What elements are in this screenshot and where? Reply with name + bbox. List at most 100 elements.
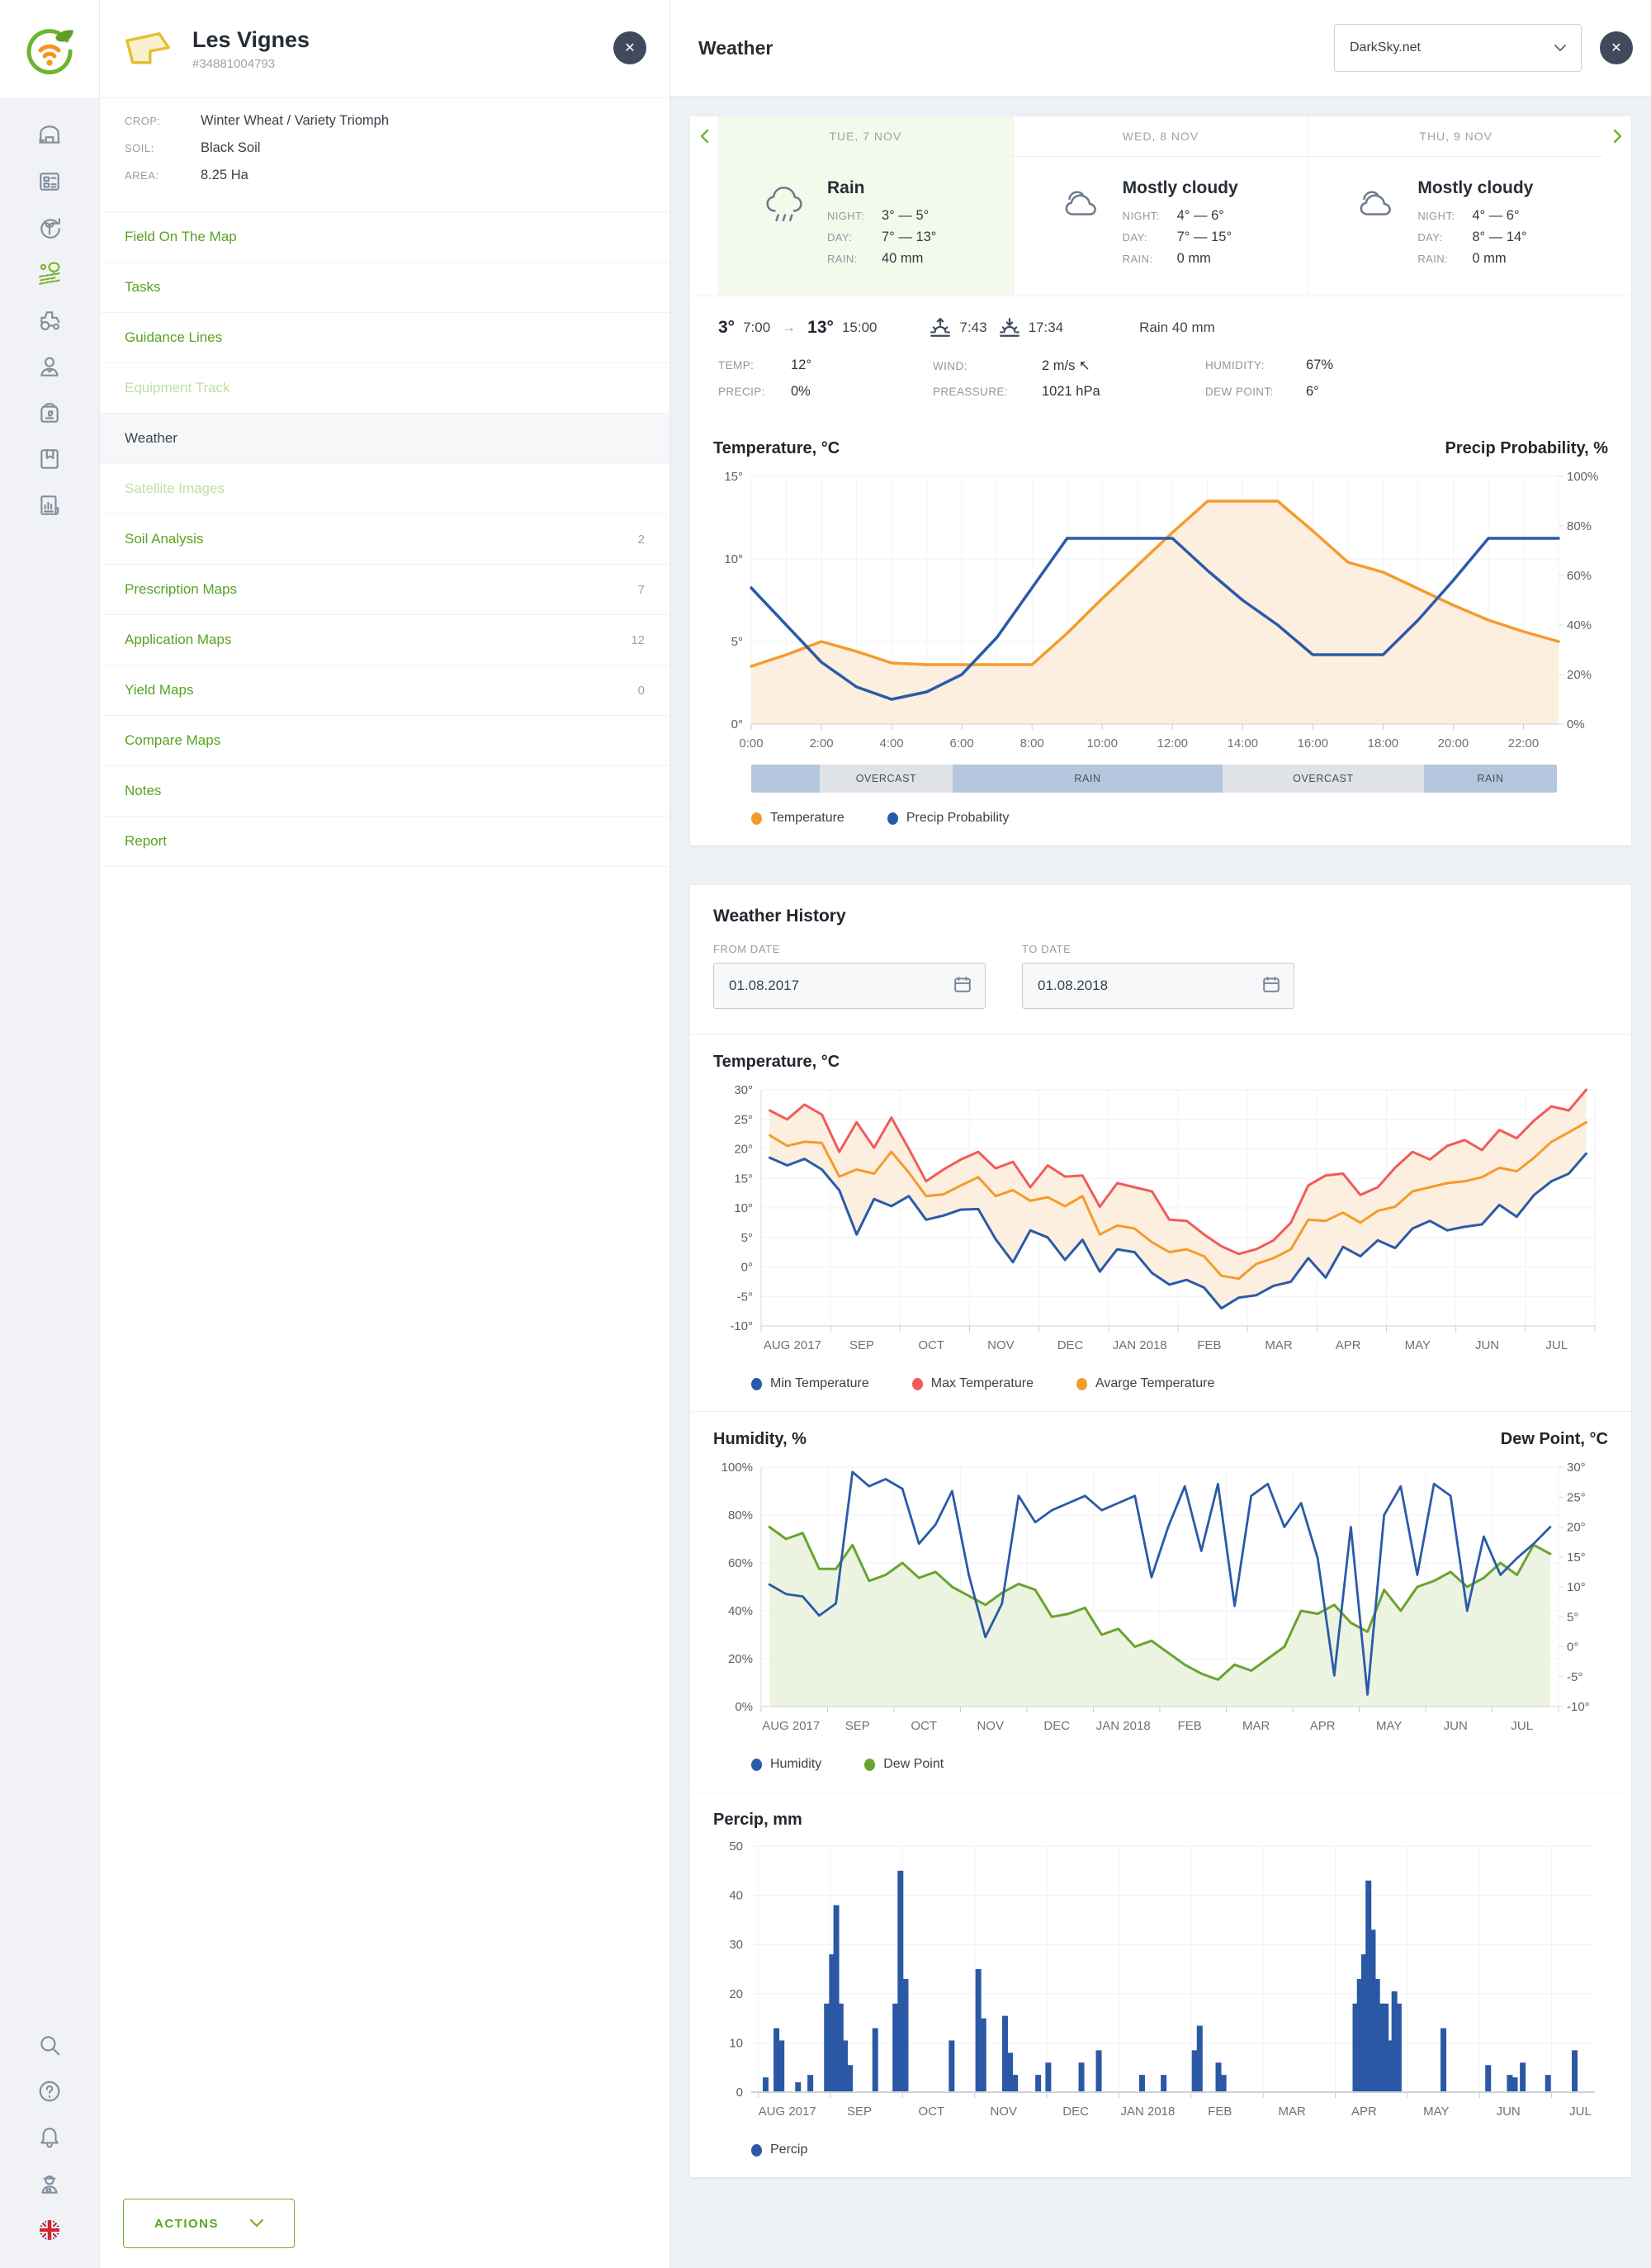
temperature-history-section: Temperature, °C -10°-5°0°5°10°15°20°25°3…: [690, 1034, 1631, 1411]
precip-history-section: Percip, mm 01020304050AUG 2017SEPOCTNOVD…: [690, 1792, 1631, 2177]
sunrise-icon: [930, 318, 951, 338]
legend-dot-icon: [751, 1378, 762, 1390]
svg-text:100%: 100%: [1567, 470, 1598, 484]
nav-field-journal-icon[interactable]: [26, 159, 73, 205]
legend-item: Dew Point: [864, 1757, 944, 1772]
mostly-cloudy-icon: [1058, 180, 1105, 225]
nav-reports-icon[interactable]: [26, 482, 73, 528]
help-icon[interactable]: [26, 2068, 73, 2114]
nav-crop-rotation-icon[interactable]: [26, 205, 73, 251]
time-from: 7:00: [743, 320, 770, 336]
weather-condition-bands: OVERCASTRAINOVERCASTRAIN: [751, 765, 1557, 793]
forecast-card: TUE, 7 NOV Rain NIGHT:3° — 5° DAY:7° — 1…: [690, 116, 1631, 845]
svg-text:SEP: SEP: [845, 1719, 870, 1733]
svg-text:20%: 20%: [1567, 668, 1592, 682]
svg-text:30°: 30°: [1567, 1461, 1586, 1475]
svg-text:JAN 2018: JAN 2018: [1120, 2105, 1175, 2119]
svg-text:SEP: SEP: [847, 2105, 872, 2119]
nav-fields-icon[interactable]: [26, 251, 73, 297]
menu-item-soil-analysis[interactable]: Soil Analysis2: [100, 514, 669, 565]
svg-text:20%: 20%: [728, 1652, 753, 1666]
svg-text:JUN: JUN: [1444, 1719, 1468, 1733]
humidity-history-section: Humidity, % Dew Point, °C 0%20%40%60%80%…: [690, 1411, 1631, 1792]
svg-text:APR: APR: [1336, 1338, 1361, 1352]
daily-chart-section: Temperature, °C Precip Probability, % 0°…: [690, 421, 1631, 845]
agronomist-icon[interactable]: [26, 2161, 73, 2207]
language-flag-icon[interactable]: [26, 2207, 73, 2253]
svg-text:20:00: 20:00: [1438, 736, 1469, 750]
actions-button[interactable]: ACTIONS: [123, 2199, 295, 2248]
forecast-prev-button[interactable]: [690, 116, 718, 156]
daily-chart-legend: TemperaturePrecip Probability: [751, 811, 1608, 826]
menu-item-guidance-lines[interactable]: Guidance Lines: [100, 313, 669, 363]
field-panel-close-button[interactable]: ✕: [613, 31, 646, 64]
nav-inventory-icon[interactable]: [26, 390, 73, 436]
menu-item-weather[interactable]: Weather: [100, 414, 669, 464]
svg-text:80%: 80%: [728, 1508, 753, 1522]
svg-text:18:00: 18:00: [1368, 736, 1399, 750]
to-date-field[interactable]: [1022, 963, 1294, 1009]
weather-history-card: Weather History FROM DATE TO DATE: [690, 885, 1631, 2177]
forecast-day-thu[interactable]: THU, 9 NOV Mostly cloudy NIGHT:4° — 6° D…: [1308, 116, 1603, 296]
svg-text:NOV: NOV: [990, 2105, 1017, 2119]
weather-history-title: Weather History: [713, 907, 1608, 926]
area-value: 8.25 Ha: [201, 168, 248, 183]
legend-dot-icon: [887, 812, 898, 825]
menu-item-equipment-track[interactable]: Equipment Track: [100, 363, 669, 414]
dew-point-title: Dew Point, °C: [1501, 1430, 1608, 1449]
calendar-icon[interactable]: [1262, 975, 1280, 997]
legend-item: Precip Probability: [887, 811, 1010, 826]
svg-text:2:00: 2:00: [809, 736, 833, 750]
weather-source-select[interactable]: DarkSky.net: [1334, 24, 1582, 72]
svg-text:DEC: DEC: [1057, 1338, 1084, 1352]
weather-page: Weather DarkSky.net ✕ TUE, 7 NOV: [670, 0, 1651, 2268]
from-date-input[interactable]: [727, 977, 896, 995]
svg-text:SEP: SEP: [849, 1338, 874, 1352]
svg-text:FEB: FEB: [1208, 2105, 1232, 2119]
menu-item-satellite-images[interactable]: Satellite Images: [100, 464, 669, 514]
to-date-input[interactable]: [1036, 977, 1204, 995]
condition-band-overcast: OVERCAST: [1223, 765, 1424, 793]
arrow-right-icon: →: [782, 320, 796, 336]
temperature-history-title: Temperature, °C: [713, 1053, 840, 1072]
svg-text:8:00: 8:00: [1020, 736, 1044, 750]
nav-equipment-icon[interactable]: [26, 297, 73, 343]
menu-item-notes[interactable]: Notes: [100, 766, 669, 817]
from-date-label: FROM DATE: [713, 943, 986, 955]
nav-employees-icon[interactable]: [26, 343, 73, 390]
svg-text:30: 30: [729, 1938, 743, 1952]
nav-knowledge-base-icon[interactable]: [26, 436, 73, 482]
from-date-field[interactable]: [713, 963, 986, 1009]
search-icon[interactable]: [26, 2022, 73, 2068]
app-logo[interactable]: [0, 0, 99, 99]
menu-item-field-on-the-map[interactable]: Field On The Map: [100, 212, 669, 263]
svg-text:4:00: 4:00: [879, 736, 903, 750]
close-icon: ✕: [1611, 40, 1621, 56]
forecast-next-button[interactable]: [1603, 116, 1631, 156]
field-name: Les Vignes: [192, 26, 310, 53]
weather-close-button[interactable]: ✕: [1600, 31, 1633, 64]
svg-text:30°: 30°: [734, 1083, 753, 1097]
menu-item-prescription-maps[interactable]: Prescription Maps7: [100, 565, 669, 615]
svg-text:NOV: NOV: [977, 1719, 1004, 1733]
precip-bar-chart: 01020304050AUG 2017SEPOCTNOVDECJAN 2018F…: [713, 1838, 1610, 2120]
to-date-label: TO DATE: [1022, 943, 1294, 955]
notifications-bell-icon[interactable]: [26, 2114, 73, 2161]
svg-text:-10°: -10°: [1567, 1700, 1590, 1714]
svg-text:0: 0: [736, 2086, 743, 2100]
svg-text:15°: 15°: [1567, 1551, 1586, 1565]
menu-item-yield-maps[interactable]: Yield Maps0: [100, 665, 669, 716]
menu-item-report[interactable]: Report: [100, 817, 669, 867]
forecast-day-wed[interactable]: WED, 8 NOV Mostly cloudy NIGHT:4° — 6° D…: [1014, 116, 1309, 296]
app-window: Les Vignes #34881004793 ✕ CROP:Winter Wh…: [0, 0, 1651, 2268]
nav-farm-icon[interactable]: [26, 112, 73, 159]
svg-text:NOV: NOV: [987, 1338, 1015, 1352]
calendar-icon[interactable]: [953, 975, 972, 997]
menu-item-tasks[interactable]: Tasks: [100, 263, 669, 313]
menu-item-application-maps[interactable]: Application Maps12: [100, 615, 669, 665]
precip-chart-legend: Percip: [751, 2143, 1608, 2157]
svg-text:JAN 2018: JAN 2018: [1113, 1338, 1167, 1352]
menu-item-compare-maps[interactable]: Compare Maps: [100, 716, 669, 766]
svg-text:20°: 20°: [734, 1143, 753, 1157]
forecast-day-tue[interactable]: TUE, 7 NOV Rain NIGHT:3° — 5° DAY:7° — 1…: [718, 116, 1014, 296]
